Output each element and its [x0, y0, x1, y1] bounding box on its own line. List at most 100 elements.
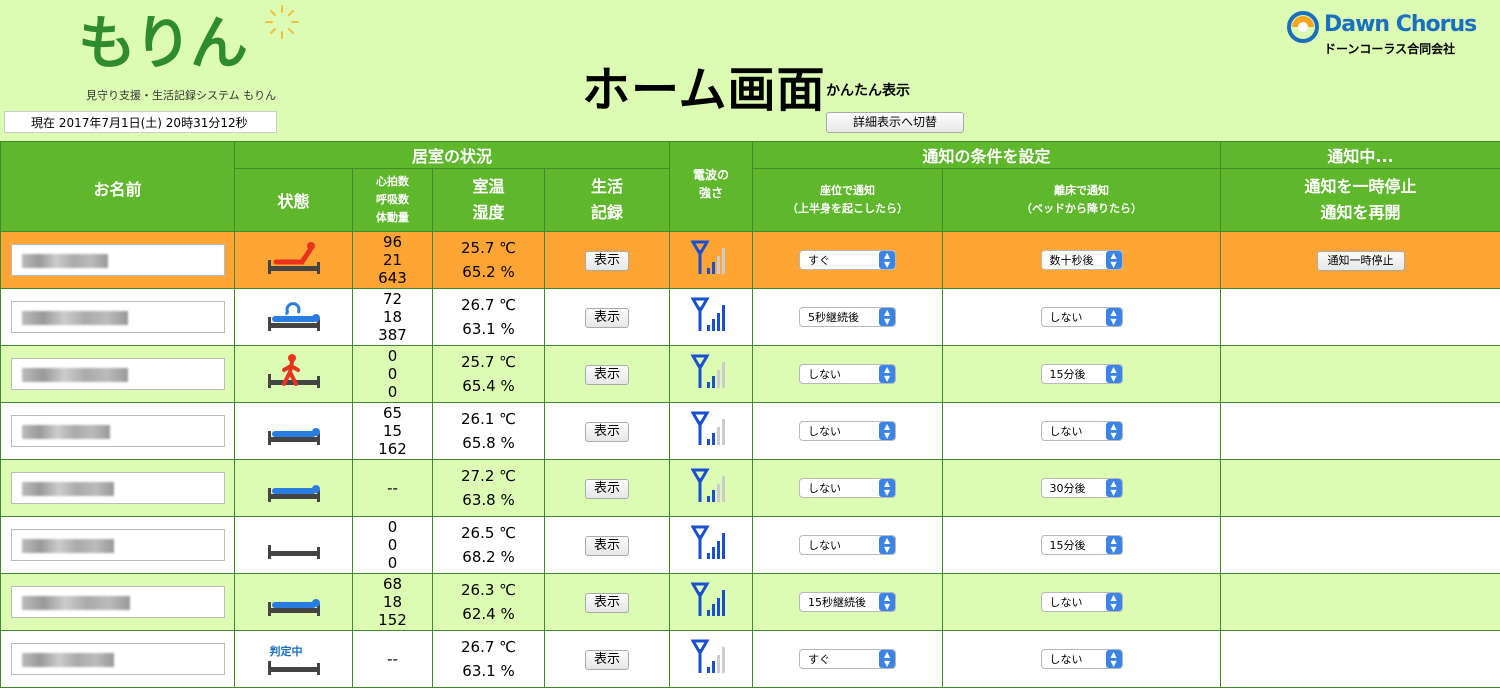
sit-notify-select[interactable]: しない▲▼ — [799, 364, 896, 384]
leave-notify-value: 数十秒後 — [1042, 252, 1106, 268]
signal-strength-icon — [691, 468, 731, 504]
env-cell: 26.3 ℃62.4 % — [433, 574, 545, 631]
page-subtitle: かんたん表示 — [826, 80, 910, 100]
leave-notify-select[interactable]: しない▲▼ — [1041, 307, 1123, 327]
resident-name-field[interactable] — [11, 244, 225, 276]
vitals-cell: 000 — [353, 346, 433, 403]
temperature-value: 27.2 ℃ — [433, 464, 544, 488]
show-life-record-button[interactable]: 表示 — [585, 479, 629, 499]
heart-rate-value: 0 — [353, 518, 432, 536]
movement-value: 0 — [353, 554, 432, 572]
sit-notify-cell: しない▲▼ — [753, 403, 943, 460]
sit-notify-value: すぐ — [800, 651, 879, 667]
leave-notify-select[interactable]: 15分後▲▼ — [1041, 535, 1123, 555]
header-pause-resume: 通知を一時停止 通知を再開 — [1221, 169, 1500, 232]
show-life-record-button[interactable]: 表示 — [585, 365, 629, 385]
leave-notify-select[interactable]: しない▲▼ — [1041, 421, 1123, 441]
sit-notify-value: 15秒継続後 — [800, 594, 879, 610]
sit-notify-select[interactable]: 5秒継続後▲▼ — [799, 307, 896, 327]
show-life-record-button[interactable]: 表示 — [585, 422, 629, 442]
header-sit-notify: 座位で通知 （上半身を起こしたら） — [753, 169, 943, 232]
sit-notify-select[interactable]: すぐ▲▼ — [799, 250, 896, 270]
heart-rate-value: 65 — [353, 404, 432, 422]
header-heart-rate: 心拍数 — [353, 173, 432, 191]
select-arrows-icon: ▲▼ — [879, 479, 895, 497]
leave-notify-value: 15分後 — [1042, 366, 1106, 382]
show-life-record-button[interactable]: 表示 — [585, 650, 629, 670]
table-row: 00026.5 ℃68.2 %表示しない▲▼15分後▲▼ — [1, 517, 1500, 574]
state-cell — [235, 346, 353, 403]
resident-name-field[interactable] — [11, 415, 225, 447]
leave-notify-cell: しない▲▼ — [943, 403, 1221, 460]
signal-cell — [670, 346, 753, 403]
bed-lying-turning-icon — [262, 297, 326, 333]
leave-notify-select[interactable]: 30分後▲▼ — [1041, 478, 1123, 498]
bed-empty-icon — [262, 525, 326, 561]
sit-notify-select[interactable]: しない▲▼ — [799, 421, 896, 441]
sit-notify-select[interactable]: すぐ▲▼ — [799, 649, 896, 669]
sit-notify-cell: すぐ▲▼ — [753, 232, 943, 289]
leave-notify-value: しない — [1042, 309, 1106, 325]
header-temperature: 室温 — [433, 174, 544, 200]
humidity-value: 65.2 % — [433, 260, 544, 284]
signal-cell — [670, 574, 753, 631]
temperature-value: 26.7 ℃ — [433, 293, 544, 317]
header-env: 室温 湿度 — [433, 169, 545, 232]
header-state: 状態 — [235, 169, 353, 232]
life-record-cell: 表示 — [545, 517, 670, 574]
resident-name-field[interactable] — [11, 472, 225, 504]
residents-table: お名前 居室の状況 電波の 強さ 通知の条件を設定 通知中... 状態 心拍数 … — [0, 141, 1500, 688]
state-cell — [235, 289, 353, 346]
humidity-value: 63.8 % — [433, 488, 544, 512]
logo-text: もりん — [78, 14, 246, 72]
brand-company: ドーンコーラス合同会社 — [1324, 40, 1455, 57]
sit-notify-value: しない — [800, 537, 879, 553]
leave-notify-select[interactable]: 15分後▲▼ — [1041, 364, 1123, 384]
header-notifying: 通知中... — [1221, 142, 1500, 169]
humidity-value: 68.2 % — [433, 545, 544, 569]
life-record-cell: 表示 — [545, 574, 670, 631]
resident-name-field[interactable] — [11, 301, 225, 333]
temperature-value: 26.7 ℃ — [433, 635, 544, 659]
select-arrows-icon: ▲▼ — [879, 536, 895, 554]
movement-value: 387 — [353, 326, 432, 344]
signal-strength-icon — [691, 297, 731, 333]
heart-rate-value: 96 — [353, 233, 432, 251]
leave-notify-select[interactable]: しない▲▼ — [1041, 649, 1123, 669]
name-cell — [1, 232, 235, 289]
show-life-record-button[interactable]: 表示 — [585, 536, 629, 556]
header-life-line1: 生活 — [545, 174, 669, 200]
sit-notify-select[interactable]: 15秒継続後▲▼ — [799, 592, 896, 612]
sit-notify-value: すぐ — [800, 252, 879, 268]
sit-notify-value: 5秒継続後 — [800, 309, 879, 325]
page-title: ホーム画面 — [582, 50, 826, 120]
humidity-value: 62.4 % — [433, 602, 544, 626]
vitals-dash: -- — [387, 479, 398, 497]
switch-detail-view-button[interactable]: 詳細表示へ切替 — [826, 112, 964, 133]
resident-name-field[interactable] — [11, 529, 225, 561]
respiration-value: 0 — [353, 536, 432, 554]
leave-notify-select[interactable]: しない▲▼ — [1041, 592, 1123, 612]
show-life-record-button[interactable]: 表示 — [585, 308, 629, 328]
resident-name-field[interactable] — [11, 358, 225, 390]
resident-name-field[interactable] — [11, 643, 225, 675]
header-signal-line1: 電波の — [670, 166, 752, 184]
sparkle-icon — [262, 2, 302, 42]
sit-notify-select[interactable]: しない▲▼ — [799, 478, 896, 498]
header-name: お名前 — [1, 142, 235, 232]
resident-name-field[interactable] — [11, 586, 225, 618]
name-redacted — [22, 596, 130, 610]
humidity-value: 63.1 % — [433, 317, 544, 341]
temperature-value: 26.3 ℃ — [433, 578, 544, 602]
show-life-record-button[interactable]: 表示 — [585, 593, 629, 613]
header-signal-line2: 強さ — [670, 184, 752, 202]
leave-notify-select[interactable]: 数十秒後▲▼ — [1041, 250, 1123, 270]
pause-notification-button[interactable]: 通知一時停止 — [1317, 251, 1405, 271]
sit-notify-cell: しない▲▼ — [753, 346, 943, 403]
header-room-status: 居室の状況 — [235, 142, 670, 169]
signal-cell — [670, 289, 753, 346]
show-life-record-button[interactable]: 表示 — [585, 251, 629, 271]
sit-notify-value: しない — [800, 366, 879, 382]
sit-notify-select[interactable]: しない▲▼ — [799, 535, 896, 555]
state-cell — [235, 460, 353, 517]
